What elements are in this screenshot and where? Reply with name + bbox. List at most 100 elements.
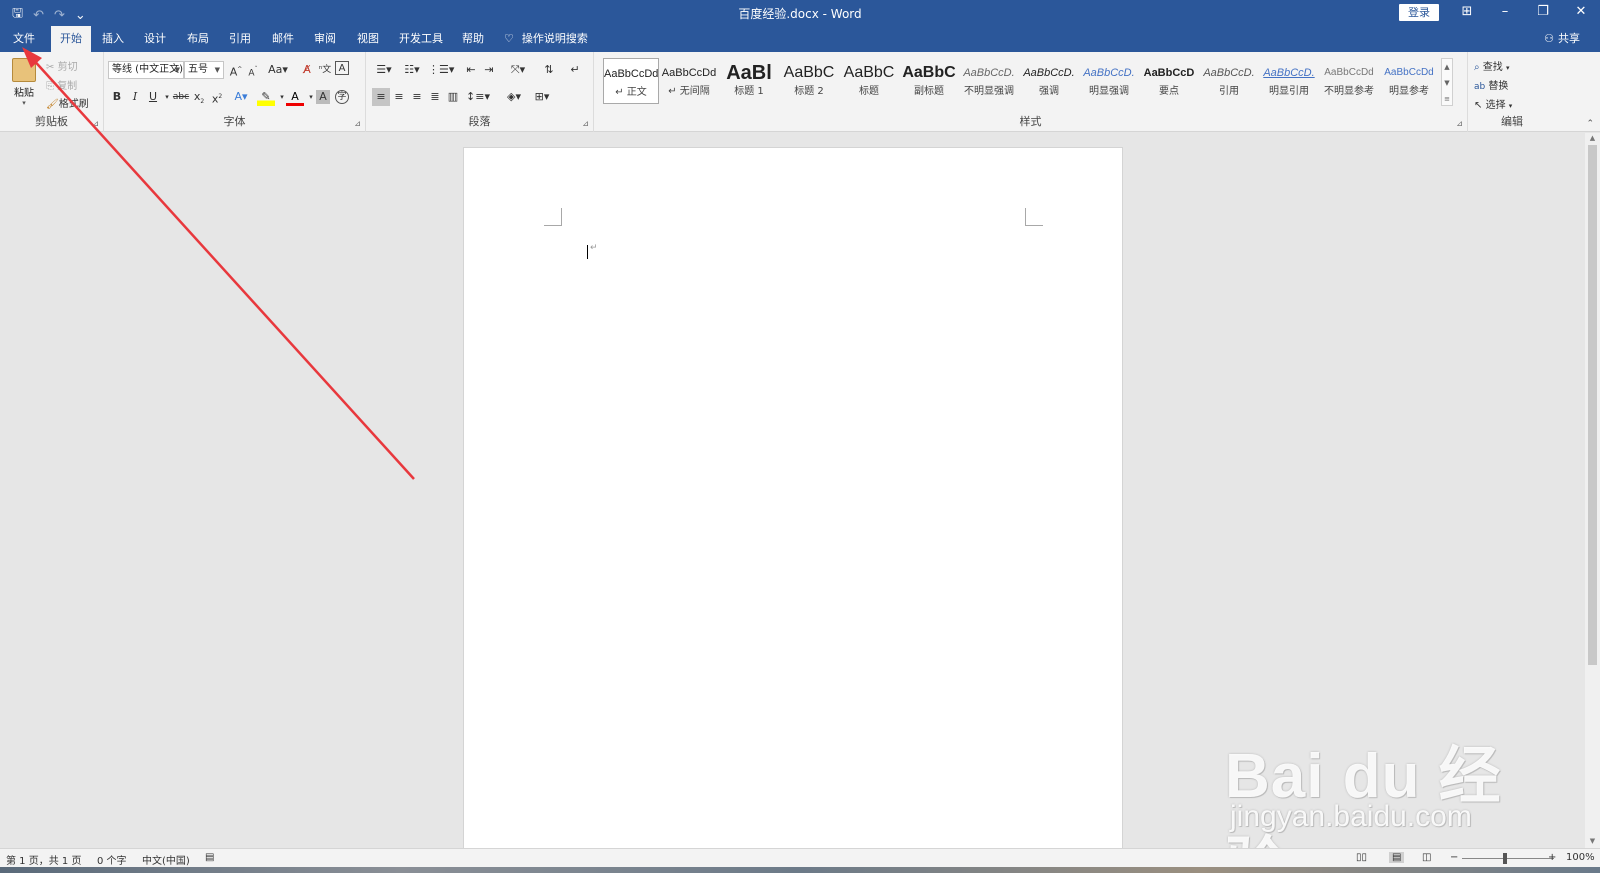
zoom-out-icon[interactable]: − bbox=[1450, 852, 1458, 863]
replace-button[interactable]: ab 替换 bbox=[1474, 77, 1508, 92]
italic-icon[interactable]: I bbox=[126, 88, 144, 106]
tab-references[interactable]: 引用 bbox=[225, 26, 255, 52]
tab-developer[interactable]: 开发工具 bbox=[396, 26, 446, 52]
tab-help[interactable]: 帮助 bbox=[458, 26, 488, 52]
cut-button[interactable]: ✂ 剪切 bbox=[46, 58, 78, 73]
paste-button[interactable]: 粘贴 ▾ bbox=[8, 58, 40, 112]
ribbon-tab-bar: 文件 开始 插入 设计 布局 引用 邮件 审阅 视图 开发工具 帮助 ♡ 操作说… bbox=[0, 26, 1600, 52]
style-normal[interactable]: AaBbCcDd ↵ 正文 bbox=[603, 58, 659, 104]
more-icon[interactable]: ≡ bbox=[1442, 91, 1452, 107]
style-quote[interactable]: AaBbCcD. 引用 bbox=[1201, 58, 1257, 104]
chinese-layout-icon[interactable]: ⤧▾ bbox=[506, 61, 530, 79]
restore-button[interactable]: ❐ bbox=[1524, 0, 1562, 26]
style-strong[interactable]: AaBbCcD 要点 bbox=[1141, 58, 1197, 104]
align-left-icon[interactable]: ≡ bbox=[372, 88, 390, 106]
style-subtle-reference[interactable]: AaBbCcDd 不明显参考 bbox=[1321, 58, 1377, 104]
collapse-ribbon-icon[interactable]: ⌃ bbox=[1586, 119, 1594, 129]
ribbon-display-options-icon[interactable]: ⊞ bbox=[1448, 0, 1486, 26]
grow-font-icon[interactable]: A^ bbox=[227, 61, 245, 79]
show-marks-icon[interactable]: ↵ bbox=[566, 61, 584, 79]
style-heading-2[interactable]: AaBbC 标题 2 bbox=[781, 58, 837, 104]
scroll-up-icon[interactable]: ▲ bbox=[1585, 134, 1600, 144]
dialog-launcher-icon[interactable]: ⊿ bbox=[582, 119, 589, 128]
borders-icon[interactable]: ⊞▾ bbox=[530, 88, 554, 106]
superscript-icon[interactable]: x2 bbox=[208, 88, 226, 106]
phonetic-guide-icon[interactable]: ⁿ文 bbox=[316, 61, 334, 79]
print-layout-icon[interactable]: ▤ bbox=[1389, 852, 1405, 863]
bold-icon[interactable]: B bbox=[108, 88, 126, 106]
decrease-indent-icon[interactable]: ⇤ bbox=[462, 61, 480, 79]
document-page[interactable]: ↵ bbox=[463, 147, 1123, 848]
shading-icon[interactable]: ◈▾ bbox=[502, 88, 526, 106]
enclose-characters-icon[interactable]: 字 bbox=[335, 90, 349, 104]
find-button[interactable]: ⌕ 查找 ▾ bbox=[1474, 58, 1510, 73]
minimize-button[interactable]: – bbox=[1486, 0, 1524, 26]
clear-formatting-icon[interactable]: A̸ bbox=[298, 61, 316, 79]
tab-layout[interactable]: 布局 bbox=[183, 26, 213, 52]
style-no-spacing[interactable]: AaBbCcDd ↵ 无间隔 bbox=[661, 58, 717, 104]
align-right-icon[interactable]: ≡ bbox=[408, 88, 426, 106]
style-sample: AaBbCcD. bbox=[1203, 67, 1255, 79]
zoom-slider-thumb[interactable] bbox=[1503, 853, 1507, 864]
word-count[interactable]: 0 个字 bbox=[97, 852, 127, 867]
zoom-slider[interactable] bbox=[1462, 858, 1554, 859]
align-center-icon[interactable]: ≡ bbox=[390, 88, 408, 106]
tab-home[interactable]: 开始 bbox=[51, 26, 91, 52]
dialog-launcher-icon[interactable]: ⊿ bbox=[92, 119, 99, 128]
tab-view[interactable]: 视图 bbox=[353, 26, 383, 52]
zoom-in-icon[interactable]: + bbox=[1548, 852, 1556, 863]
login-button[interactable]: 登录 bbox=[1399, 4, 1439, 21]
copy-button[interactable]: ⎘ 复制 bbox=[46, 77, 77, 92]
read-mode-icon[interactable]: ▯▯ bbox=[1356, 852, 1367, 863]
scroll-down-icon[interactable]: ▼ bbox=[1585, 837, 1600, 847]
style-subtle-emphasis[interactable]: AaBbCcD. 不明显强调 bbox=[961, 58, 1017, 104]
page-count[interactable]: 第 1 页，共 1 页 bbox=[6, 852, 81, 867]
tab-file[interactable]: 文件 bbox=[10, 26, 38, 52]
tab-insert[interactable]: 插入 bbox=[98, 26, 128, 52]
style-heading-1[interactable]: AaBl 标题 1 bbox=[721, 58, 777, 104]
web-layout-icon[interactable]: ◫ bbox=[1422, 852, 1431, 863]
dialog-launcher-icon[interactable]: ⊿ bbox=[1456, 119, 1463, 128]
style-title[interactable]: AaBbC 标题 bbox=[841, 58, 897, 104]
tab-design[interactable]: 设计 bbox=[140, 26, 170, 52]
dialog-launcher-icon[interactable]: ⊿ bbox=[354, 119, 361, 128]
text-effects-icon[interactable]: A▾ bbox=[232, 88, 250, 106]
chevron-up-icon[interactable]: ▲ bbox=[1442, 59, 1452, 75]
font-size-dropdown[interactable]: 五号 ▼ bbox=[184, 61, 224, 79]
vertical-scrollbar[interactable]: ▲ ▼ bbox=[1585, 133, 1600, 848]
style-intense-quote[interactable]: AaBbCcD. 明显引用 bbox=[1261, 58, 1317, 104]
increase-indent-icon[interactable]: ⇥ bbox=[480, 61, 498, 79]
replace-icon: ab bbox=[1474, 82, 1486, 92]
character-shading-icon[interactable]: A bbox=[316, 90, 330, 104]
multilevel-list-icon[interactable]: ⋮☰▾ bbox=[428, 61, 454, 79]
tab-mailings[interactable]: 邮件 bbox=[268, 26, 298, 52]
share-button[interactable]: ⚇ 共享 bbox=[1544, 26, 1580, 52]
proofing-icon[interactable]: ▤ bbox=[205, 852, 214, 863]
style-intense-reference[interactable]: AaBbCcDd 明显参考 bbox=[1381, 58, 1437, 104]
scrollbar-thumb[interactable] bbox=[1588, 145, 1597, 665]
character-border-icon[interactable]: A bbox=[335, 61, 349, 75]
language-indicator[interactable]: 中文(中国) bbox=[142, 852, 190, 867]
tab-review[interactable]: 审阅 bbox=[310, 26, 340, 52]
style-subtitle[interactable]: AaBbC 副标题 bbox=[901, 58, 957, 104]
justify-icon[interactable]: ≣ bbox=[426, 88, 444, 106]
format-painter-button[interactable]: 🖌格式刷 bbox=[46, 95, 89, 110]
distributed-icon[interactable]: ▥ bbox=[444, 88, 462, 106]
style-intense-emphasis[interactable]: AaBbCcD. 明显强调 bbox=[1081, 58, 1137, 104]
line-spacing-icon[interactable]: ↕≡▾ bbox=[466, 88, 490, 106]
change-case-icon[interactable]: Aa▾ bbox=[266, 61, 290, 79]
tell-me-search[interactable]: ♡ 操作说明搜索 bbox=[504, 26, 588, 52]
sort-icon[interactable]: ⇅ bbox=[540, 61, 558, 79]
select-button[interactable]: ↖ 选择 ▾ bbox=[1474, 96, 1512, 111]
shrink-font-icon[interactable]: Aˇ bbox=[244, 61, 262, 79]
close-button[interactable]: ✕ bbox=[1562, 0, 1600, 26]
styles-gallery-scroll[interactable]: ▲ ▼ ≡ bbox=[1441, 58, 1453, 106]
numbering-icon[interactable]: ☷▾ bbox=[400, 61, 424, 79]
font-name-dropdown[interactable]: 等线 (中文正文) ▼ bbox=[108, 61, 184, 79]
strikethrough-icon[interactable]: abc bbox=[172, 88, 190, 106]
bullets-icon[interactable]: ☰▾ bbox=[372, 61, 396, 79]
style-emphasis[interactable]: AaBbCcD. 强调 bbox=[1021, 58, 1077, 104]
chevron-down-icon[interactable]: ▼ bbox=[1442, 75, 1452, 91]
subscript-icon[interactable]: x2 bbox=[190, 88, 208, 106]
zoom-level[interactable]: 100% bbox=[1566, 852, 1595, 863]
